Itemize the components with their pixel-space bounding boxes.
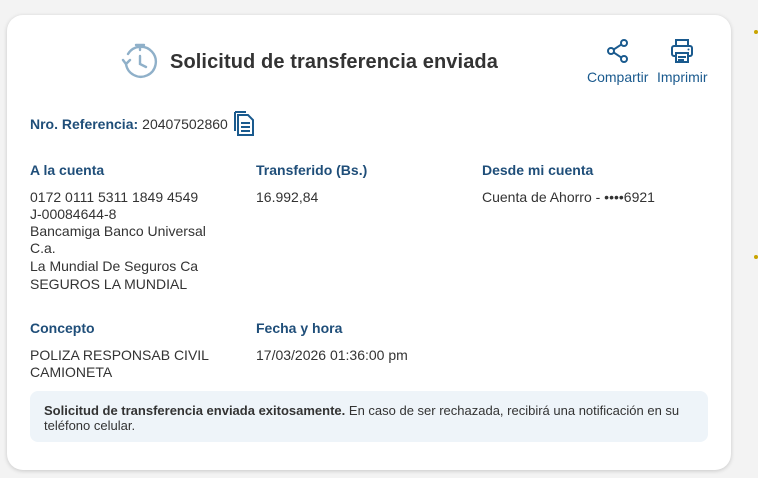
datetime-label: Fecha y hora (256, 320, 343, 336)
to-account-number: 0172 0111 5311 1849 4549 (30, 189, 199, 205)
receipt-header: Solicitud de transferencia enviada (120, 42, 498, 82)
to-account-section: A la cuenta 0172 0111 5311 1849 4549 J-0… (30, 162, 230, 293)
reference-row: Nro. Referencia: 20407502860 (30, 111, 256, 137)
concept-label: Concepto (30, 320, 95, 336)
copy-icon[interactable] (233, 111, 256, 137)
decorative-dot (754, 255, 758, 259)
from-account-value: Cuenta de Ahorro - ••••6921 (482, 189, 655, 205)
amount-value: 16.992,84 (256, 189, 319, 205)
to-account-label: A la cuenta (30, 162, 105, 178)
amount-section: Transferido (Bs.) 16.992,84 (256, 162, 456, 206)
to-account-alias: SEGUROS LA MUNDIAL (30, 276, 188, 292)
to-account-id: J-00084644-8 (30, 206, 117, 222)
amount-label: Transferido (Bs.) (256, 162, 368, 178)
reference-value: 20407502860 (142, 116, 228, 132)
share-icon (606, 39, 628, 63)
share-label: Compartir (587, 69, 649, 85)
reference-label: Nro. Referencia: (30, 116, 139, 132)
printer-icon (671, 39, 694, 63)
page-title: Solicitud de transferencia enviada (170, 50, 498, 73)
from-account-section: Desde mi cuenta Cuenta de Ahorro - ••••6… (482, 162, 712, 206)
share-button[interactable]: Compartir (587, 38, 648, 85)
concept-section: Concepto POLIZA RESPONSAB CIVIL CAMIONET… (30, 320, 230, 381)
notice-bold-text: Solicitud de transferencia enviada exito… (44, 403, 346, 418)
concept-value: POLIZA RESPONSAB CIVIL CAMIONETA (30, 347, 209, 380)
datetime-value: 17/03/2026 01:36:00 pm (256, 347, 408, 363)
print-label: Imprimir (657, 69, 708, 85)
datetime-section: Fecha y hora 17/03/2026 01:36:00 pm (256, 320, 456, 364)
success-notice: Solicitud de transferencia enviada exito… (30, 391, 708, 442)
clock-history-icon (121, 43, 158, 78)
from-account-label: Desde mi cuenta (482, 162, 594, 178)
print-button[interactable]: Imprimir (657, 38, 708, 85)
to-account-holder: La Mundial De Seguros Ca (30, 258, 199, 274)
decorative-dot (754, 30, 758, 34)
to-account-bank: Bancamiga Banco Universal C.a. (30, 223, 206, 256)
transfer-receipt-card: Solicitud de transferencia enviada Compa… (7, 15, 731, 470)
